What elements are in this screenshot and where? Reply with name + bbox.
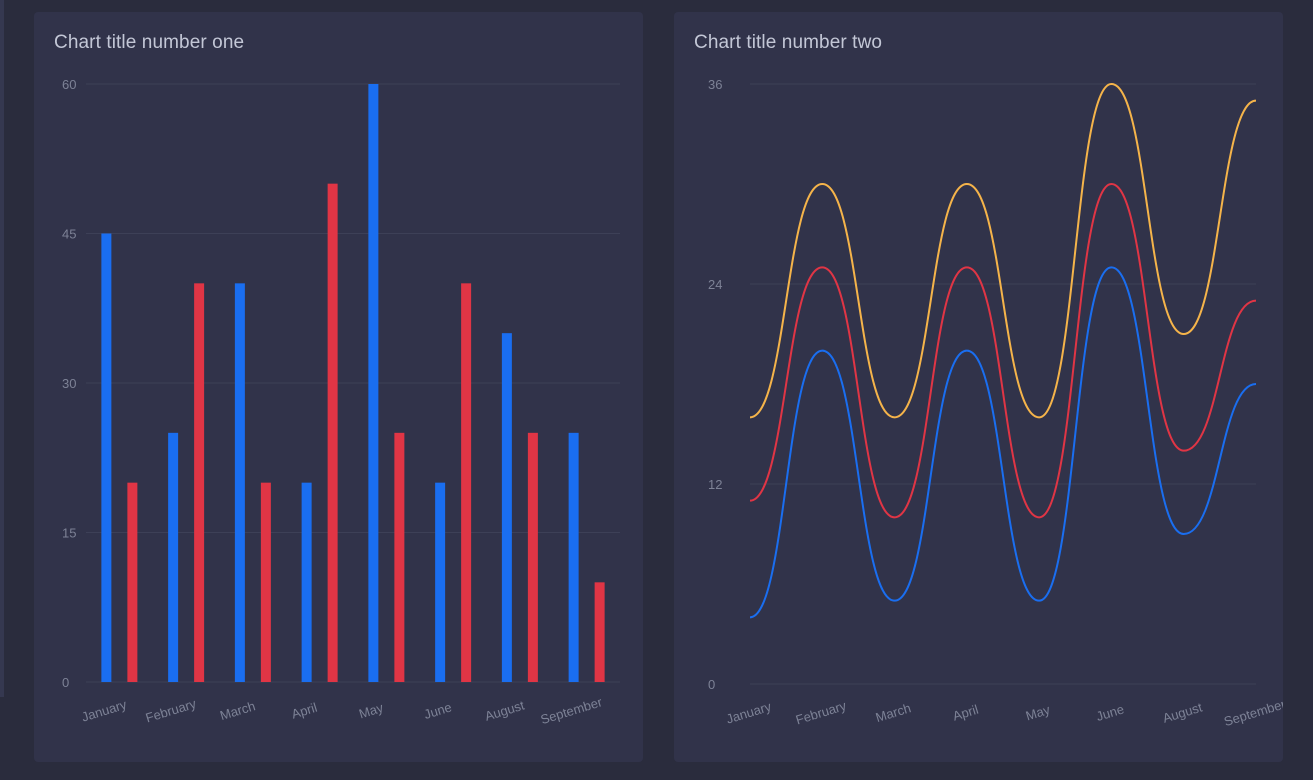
x-tick-label: September: [1222, 696, 1283, 729]
y-tick-label: 0: [708, 677, 715, 692]
x-tick-label: January: [80, 697, 129, 725]
x-tick-label: February: [794, 698, 849, 728]
bar: [327, 183, 338, 682]
bar: [168, 432, 179, 682]
y-tick-label: 24: [708, 277, 722, 292]
series-line: [749, 266, 1257, 619]
x-tick-label: August: [483, 697, 526, 723]
y-tick-label: 60: [62, 77, 76, 92]
bar: [394, 432, 405, 682]
bar: [127, 482, 138, 682]
y-tick-label: 0: [62, 675, 69, 690]
x-tick-label: September: [539, 694, 605, 727]
y-tick-label: 30: [62, 376, 76, 391]
x-tick-label: February: [144, 696, 199, 726]
x-tick-label: April: [290, 700, 319, 722]
line-chart: 0 12 24 36 January February March April May June A…: [708, 77, 1283, 729]
bar: [527, 432, 538, 682]
x-tick-label: March: [218, 698, 257, 723]
x-tick-label: April: [951, 702, 980, 724]
x-tick-label: January: [724, 699, 773, 727]
bar: [101, 233, 112, 682]
x-tick-label: June: [1094, 701, 1125, 724]
bar: [301, 482, 312, 682]
y-tick-label: 36: [708, 77, 722, 92]
x-tick-label: August: [1161, 699, 1204, 725]
x-tick-label: June: [422, 699, 453, 722]
line-chart-card: Chart title number two 0 12 24 36 January Feb…: [674, 12, 1283, 762]
y-tick-label: 45: [62, 227, 76, 242]
bar: [234, 283, 245, 682]
side-panel-edge: [0, 0, 4, 697]
x-tick-label: March: [874, 700, 913, 725]
bar-chart: 0 15 30 45 60 January February March April May Jun…: [62, 77, 620, 727]
bar-chart-card: Chart title number one 0 15 30 45 60 January F…: [34, 12, 643, 762]
x-tick-label: May: [357, 700, 385, 722]
bar: [501, 333, 512, 682]
series-line: [749, 82, 1257, 419]
bar: [194, 283, 205, 682]
bar: [461, 283, 472, 682]
y-tick-label: 12: [708, 477, 722, 492]
bar: [568, 432, 579, 682]
bar: [260, 482, 271, 682]
bar: [368, 84, 379, 682]
x-tick-label: May: [1024, 702, 1052, 724]
bar: [435, 482, 446, 682]
y-tick-label: 15: [62, 526, 76, 541]
bar: [594, 582, 605, 682]
